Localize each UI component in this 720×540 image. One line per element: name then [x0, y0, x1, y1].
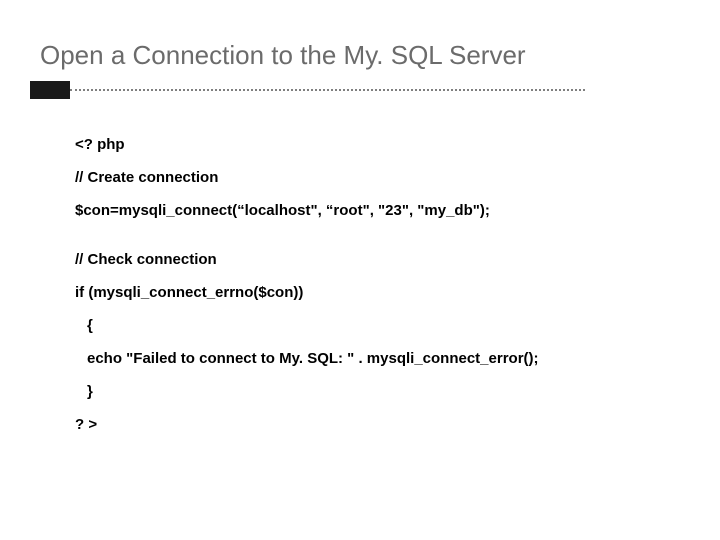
- title-block: Open a Connection to the My. SQL Server: [30, 40, 690, 99]
- accent-line: [70, 89, 585, 91]
- code-line: ? >: [75, 414, 690, 435]
- code-line: {: [75, 315, 690, 336]
- code-line: $con=mysqli_connect(“localhost", “root",…: [75, 200, 690, 221]
- code-line: // Create connection: [75, 167, 690, 188]
- code-content: <? php // Create connection $con=mysqli_…: [30, 99, 690, 435]
- accent-box: [30, 81, 70, 99]
- code-line: if (mysqli_connect_errno($con)): [75, 282, 690, 303]
- title-accent: [30, 81, 585, 99]
- code-line: echo "Failed to connect to My. SQL: " . …: [75, 348, 690, 369]
- code-line: <? php: [75, 134, 690, 155]
- code-line: // Check connection: [75, 249, 690, 270]
- slide-container: Open a Connection to the My. SQL Server …: [0, 0, 720, 540]
- slide-title: Open a Connection to the My. SQL Server: [30, 40, 690, 81]
- code-line: }: [75, 381, 690, 402]
